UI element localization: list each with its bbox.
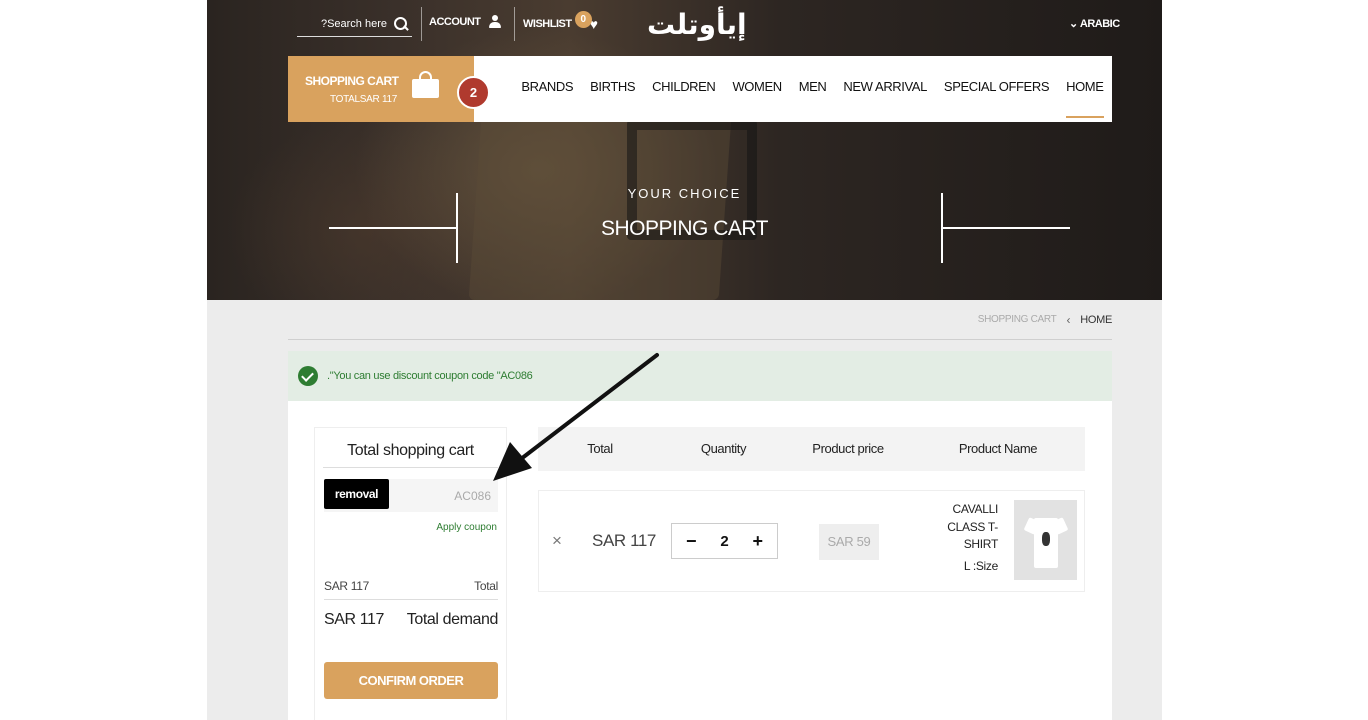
wishlist-link[interactable]: WISHLIST 0 ♥ — [523, 11, 598, 32]
decrease-quantity-button[interactable]: − — [686, 532, 697, 550]
cart-panel: Total shopping cart removal Apply coupon… — [288, 401, 1112, 720]
cart-count-badge[interactable]: 2 — [457, 76, 490, 109]
user-icon[interactable] — [488, 15, 501, 28]
page: ?Search here ACCOUNT WISHLIST 0 ♥ إيأوتل… — [207, 0, 1162, 720]
nav-item-special-offers[interactable]: SPECIAL OFFERS — [935, 56, 1057, 122]
cart-widget-total: TOTALSAR 117 — [330, 94, 397, 105]
nav-item-new-arrival[interactable]: NEW ARRIVAL — [835, 56, 936, 122]
quantity-value[interactable]: 2 — [720, 533, 728, 550]
summary-demand-label: Total demand — [406, 611, 499, 628]
cart-item-row: × SAR 117 − 2 + SAR 59 CAVALLI CLASS T-S… — [538, 490, 1085, 592]
shopping-bag-icon[interactable] — [412, 71, 439, 98]
product-name-link[interactable]: CAVALLI CLASS T-SHIRT — [924, 501, 998, 554]
nav-item-births[interactable]: BIRTHS — [582, 56, 644, 122]
nav-item-men[interactable]: MEN — [790, 56, 835, 122]
divider — [514, 7, 515, 41]
column-header-product-price: Product price — [812, 441, 884, 456]
remove-item-icon[interactable]: × — [549, 531, 565, 551]
cart-widget-title[interactable]: SHOPPING CART — [305, 74, 399, 88]
item-line-total: SAR 117 — [592, 531, 656, 550]
remove-coupon-button[interactable]: removal — [324, 479, 389, 509]
nav-item-women[interactable]: WOMEN — [724, 56, 790, 122]
cart-summary: Total shopping cart removal Apply coupon… — [314, 427, 507, 720]
nav-item-home[interactable]: HOME — [1058, 56, 1112, 122]
column-header-total: Total — [587, 441, 613, 456]
column-header-quantity: Quantity — [700, 441, 747, 456]
summary-total-label: Total — [474, 579, 498, 593]
search-field[interactable]: ?Search here — [297, 12, 412, 37]
search-placeholder[interactable]: ?Search here — [321, 18, 387, 30]
item-unit-price: SAR 59 — [819, 524, 879, 560]
increase-quantity-button[interactable]: + — [752, 532, 763, 550]
language-switcher[interactable]: ⌄ ARABIC — [1069, 17, 1120, 30]
chevron-down-icon[interactable]: ⌄ — [1069, 18, 1078, 30]
hero-subtitle: YOUR CHOICE — [627, 186, 742, 201]
hero-title: SHOPPING CART — [601, 217, 768, 240]
nav-item-brands[interactable]: BRANDS — [513, 56, 582, 122]
coupon-alert: ."You can use discount coupon code "AC08… — [288, 351, 1112, 401]
top-bar: ?Search here ACCOUNT WISHLIST 0 ♥ إيأوتل… — [207, 0, 1162, 48]
breadcrumb: SHOPPING CART ‹ HOME — [288, 300, 1112, 340]
nav-menu: BRANDS BIRTHS CHILDREN WOMEN MEN NEW ARR… — [513, 56, 1112, 122]
nav-item-children[interactable]: CHILDREN — [644, 56, 724, 122]
product-size: L :Size — [963, 559, 998, 573]
cart-widget[interactable]: SHOPPING CART TOTALSAR 117 — [288, 56, 474, 122]
account-link[interactable]: ACCOUNT — [429, 15, 501, 28]
apply-coupon-link[interactable]: Apply coupon — [436, 522, 497, 533]
summary-title: Total shopping cart — [323, 436, 498, 468]
account-label[interactable]: ACCOUNT — [429, 16, 481, 28]
column-header-product-name: Product Name — [958, 441, 1038, 456]
cart-table-header: Total Quantity Product price Product Nam… — [538, 427, 1085, 471]
coupon-row: removal — [324, 479, 498, 512]
wishlist-label[interactable]: WISHLIST — [523, 18, 572, 30]
check-circle-icon — [298, 366, 318, 386]
alert-message: ."You can use discount coupon code "AC08… — [327, 370, 533, 382]
language-label[interactable]: ARABIC — [1080, 18, 1120, 30]
search-icon[interactable] — [394, 17, 408, 31]
summary-demand-value: SAR 117 — [324, 611, 385, 628]
summary-total-value: SAR 117 — [324, 579, 370, 593]
summary-demand-line: SAR 117 Total demand — [324, 611, 498, 629]
main-nav: SHOPPING CART TOTALSAR 117 2 BRANDS BIRT… — [288, 56, 1112, 122]
summary-total-line: SAR 117 Total — [324, 579, 498, 600]
breadcrumb-current: SHOPPING CART — [977, 314, 1057, 325]
hero-banner: ?Search here ACCOUNT WISHLIST 0 ♥ إيأوتل… — [207, 0, 1162, 300]
confirm-order-button[interactable]: CONFIRM ORDER — [324, 662, 498, 699]
site-logo[interactable]: إيأوتلت — [647, 4, 747, 44]
breadcrumb-home[interactable]: HOME — [1080, 314, 1112, 326]
logo-text[interactable]: إيأوتلت — [647, 8, 747, 41]
wishlist-count-badge: 0 — [574, 11, 592, 28]
tshirt-image[interactable] — [1023, 514, 1069, 568]
chevron-left-icon: ‹ — [1066, 312, 1071, 327]
divider — [421, 7, 422, 41]
quantity-stepper: − 2 + — [671, 523, 778, 559]
coupon-input[interactable] — [390, 479, 498, 512]
product-thumbnail[interactable] — [1014, 500, 1077, 580]
